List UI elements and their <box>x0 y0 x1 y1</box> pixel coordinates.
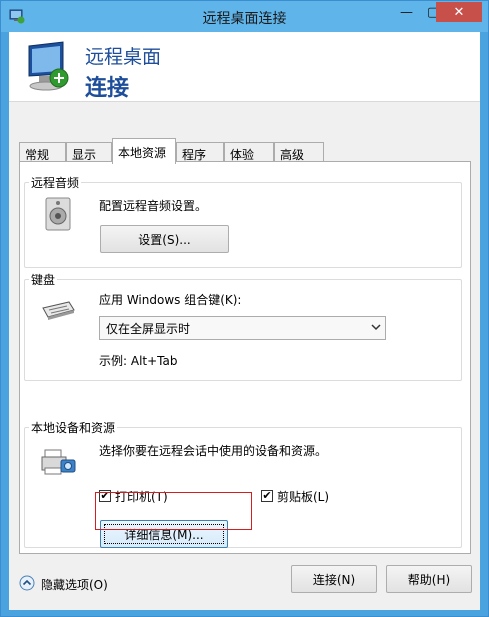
chevron-up-circle-icon[interactable] <box>19 575 35 591</box>
windows-keys-selected-value: 仅在全屏显示时 <box>106 322 191 336</box>
keyboard-example-text: 示例: Alt+Tab <box>99 354 178 368</box>
dialog-client: 远程桌面 连接 常规 显示 本地资源 程序 体验 高级 远程音频 配置远程音频设… <box>9 32 480 610</box>
tab-general[interactable]: 常规 <box>19 142 66 163</box>
header-title-line1: 远程桌面 <box>85 46 162 68</box>
clipboard-label[interactable]: 剪贴板(L) <box>277 488 329 505</box>
chevron-down-icon <box>371 319 381 338</box>
tab-programs[interactable]: 程序 <box>176 142 224 163</box>
tab-experience[interactable]: 体验 <box>224 142 274 163</box>
tab-display[interactable]: 显示 <box>66 142 112 163</box>
title-bar[interactable]: 远程桌面连接 — ▢ ✕ <box>1 1 488 32</box>
apply-windows-keys-label: 应用 Windows 组合键(K): <box>99 293 242 307</box>
header-title-line2: 连接 <box>85 76 130 101</box>
minimize-button[interactable]: — <box>393 2 420 22</box>
remote-audio-description: 配置远程音频设置。 <box>99 199 208 213</box>
connect-button[interactable]: 连接(N) <box>291 565 377 593</box>
highlight-outline <box>95 492 252 530</box>
tab-advanced[interactable]: 高级 <box>274 142 324 163</box>
keyboard-group-title: 键盘 <box>29 271 58 288</box>
keyboard-icon <box>42 301 75 320</box>
clipboard-checkbox[interactable]: ✔ <box>261 490 273 502</box>
tab-local-resources[interactable]: 本地资源 <box>112 138 176 164</box>
local-devices-group-title: 本地设备和资源 <box>29 419 118 436</box>
keyboard-group: 键盘 应用 Windows 组合键(K): 仅在全屏显示时 示例: Alt+Ta… <box>24 271 462 381</box>
remote-audio-group: 远程音频 配置远程音频设置。 设置(S)... <box>24 174 462 268</box>
speaker-icon <box>45 197 71 231</box>
printer-camera-icon <box>41 449 76 475</box>
app-window: 远程桌面连接 — ▢ ✕ 远程桌面 连接 常规 显示 本地资源 程序 体验 高级 <box>0 0 489 617</box>
hide-options-label[interactable]: 隐藏选项(O) <box>41 576 108 593</box>
close-button[interactable]: ✕ <box>436 2 482 22</box>
help-button[interactable]: 帮助(H) <box>386 565 472 593</box>
remote-desktop-monitor-icon <box>28 41 69 91</box>
header-banner: 远程桌面 连接 <box>9 32 480 102</box>
local-devices-description: 选择你要在远程会话中使用的设备和资源。 <box>99 444 328 458</box>
windows-keys-select[interactable]: 仅在全屏显示时 <box>99 316 386 340</box>
remote-audio-group-title: 远程音频 <box>29 174 82 191</box>
audio-settings-button[interactable]: 设置(S)... <box>100 225 229 253</box>
